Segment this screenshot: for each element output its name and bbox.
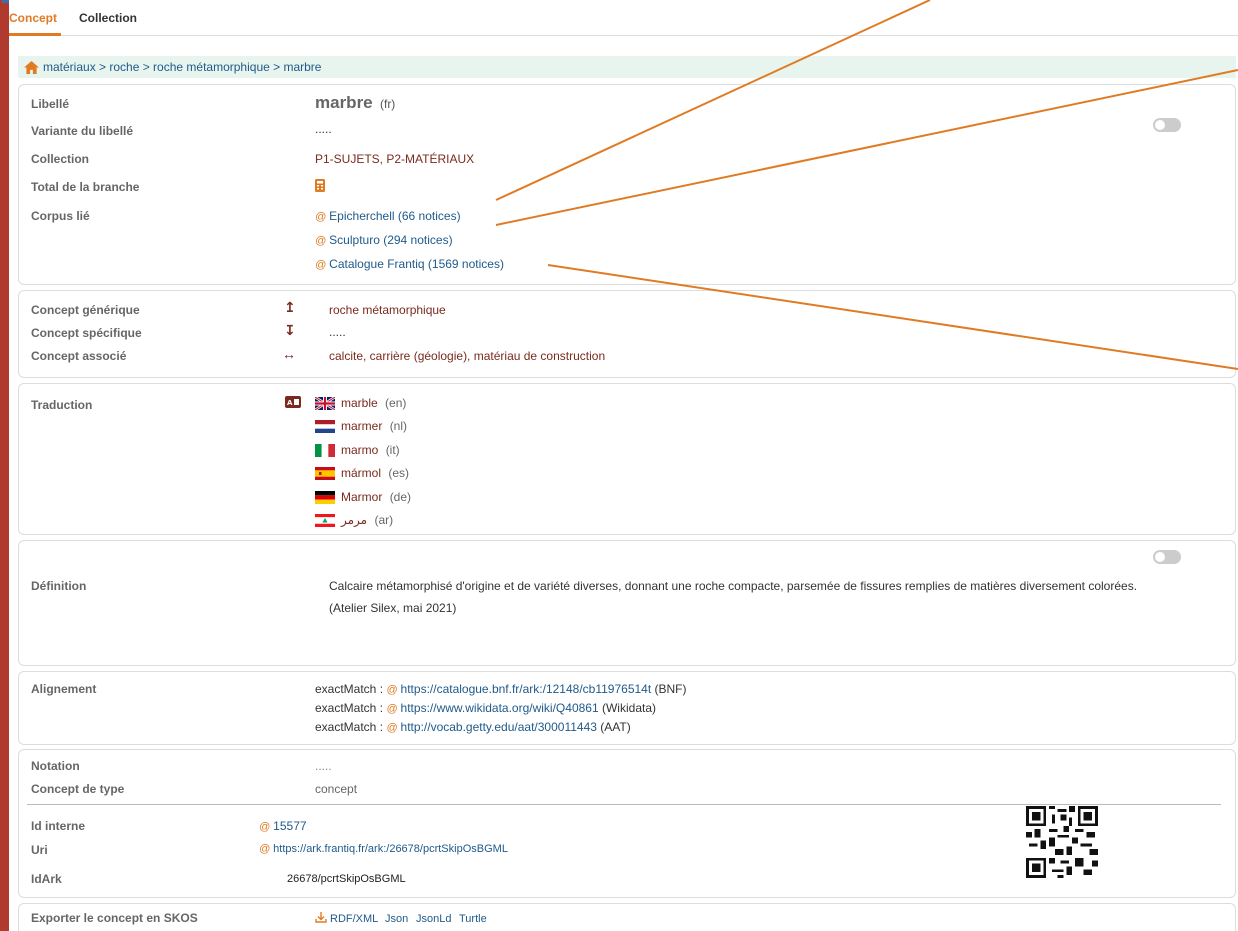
specific-concept-label: Concept spécifique: [31, 326, 142, 340]
translation-item: mármol (es): [315, 466, 409, 481]
translate-icon[interactable]: A: [285, 396, 301, 408]
export-label: Exporter le concept en SKOS: [31, 911, 198, 925]
download-icon: [315, 912, 327, 923]
idark-label: IdArk: [31, 872, 62, 886]
spain-flag-icon: [315, 467, 335, 481]
breadcrumb-path[interactable]: matériaux > roche > roche métamorphique …: [43, 60, 321, 74]
arrow-up-icon: ↥: [284, 299, 296, 315]
generic-concept-value[interactable]: roche métamorphique: [329, 303, 446, 317]
corpus-label: Corpus lié: [31, 209, 90, 223]
link-icon: @: [259, 843, 271, 855]
link-icon: @: [386, 684, 398, 696]
alignment-card: Alignement exactMatch : @ https://catalog…: [18, 671, 1236, 745]
alignment-link-aat[interactable]: http://vocab.getty.edu/aat/300011443: [401, 720, 597, 734]
alignment-item-aat: exactMatch : @ http://vocab.getty.edu/aat…: [315, 720, 631, 734]
translation-item: Marmor (de): [315, 490, 411, 505]
definition-source: (Atelier Silex, mai 2021): [329, 601, 457, 615]
definition-toggle[interactable]: [1153, 550, 1181, 564]
generic-concept-label: Concept générique: [31, 303, 140, 317]
idark-value: 26678/pcrtSkipOsBGML: [287, 873, 406, 885]
definition-text: Calcaire métamorphisé d'origine et de va…: [329, 579, 1138, 593]
italy-flag-icon: [315, 444, 335, 458]
associated-concept-label: Concept associé: [31, 349, 127, 363]
total-branche-label: Total de la branche: [31, 180, 140, 194]
concept-type-label: Concept de type: [31, 782, 125, 796]
internal-id-value[interactable]: @15577: [259, 819, 307, 833]
notation-value: .....: [315, 759, 332, 773]
uri-label: Uri: [31, 843, 48, 857]
uri-value[interactable]: @ https://ark.frantiq.fr/ark:/26678/pcrtS…: [259, 843, 508, 855]
export-turtle-link[interactable]: Turtle: [459, 913, 487, 925]
arrow-down-icon: ↧: [284, 322, 296, 338]
internal-id-label: Id interne: [31, 819, 86, 833]
translation-item: مرمر (ar): [315, 513, 393, 528]
tab-bar: Concept Collection: [9, 0, 1238, 36]
alignment-link-wikidata[interactable]: https://www.wikidata.org/wiki/Q40861: [401, 701, 599, 715]
germany-flag-icon: [315, 491, 335, 505]
libelle-label: Libellé: [31, 97, 70, 111]
link-icon: @: [386, 722, 398, 734]
notation-label: Notation: [31, 759, 80, 773]
link-icon: @: [315, 211, 327, 223]
uk-flag-icon: [315, 397, 335, 411]
divider: [27, 804, 1221, 805]
left-sidebar-strip: [0, 0, 9, 931]
export-jsonld-link[interactable]: JsonLd: [416, 913, 451, 925]
concept-type-value: concept: [315, 782, 358, 796]
corpus-link-epicherchell[interactable]: @ Epicherchell (66 notices): [315, 209, 461, 223]
svg-text:A: A: [287, 399, 293, 407]
variante-value: .....: [315, 122, 332, 136]
specific-concept-value: .....: [329, 325, 346, 339]
concept-main-card: Libellé marbre (fr) Variante du libellé …: [18, 84, 1236, 285]
display-toggle[interactable]: [1153, 118, 1181, 132]
export-rdfxml-link[interactable]: RDF/XML: [330, 913, 378, 925]
associated-concept-value[interactable]: calcite, carrière (géologie), matériau d…: [329, 349, 605, 363]
link-icon: @: [315, 235, 327, 247]
alignment-link-bnf[interactable]: https://catalogue.bnf.fr/ark:/12148/cb11…: [401, 682, 652, 696]
corpus-link-frantiq[interactable]: @ Catalogue Frantiq (1569 notices): [315, 257, 504, 271]
qr-code-icon: [1026, 806, 1098, 878]
calculator-icon[interactable]: [315, 179, 325, 192]
relations-card: Concept générique ↥ roche métamorphique …: [18, 290, 1236, 378]
tab-concept[interactable]: Concept: [9, 11, 57, 25]
translation-item: marmo (it): [315, 443, 400, 458]
collection-value[interactable]: P1-SUJETS, P2-MATÉRIAUX: [315, 152, 474, 166]
alignment-item-bnf: exactMatch : @ https://catalogue.bnf.fr/a…: [315, 682, 687, 696]
alignment-label: Alignement: [31, 682, 97, 696]
translation-item: marble (en): [315, 396, 406, 411]
home-icon[interactable]: [24, 60, 39, 74]
tab-collection[interactable]: Collection: [79, 11, 137, 25]
netherlands-flag-icon: [315, 420, 335, 434]
libelle-value: marbre (fr): [315, 93, 396, 112]
variante-label: Variante du libellé: [31, 124, 134, 138]
translation-card: Traduction A marble (en) marmer (nl) mar…: [18, 383, 1236, 535]
link-icon: @: [315, 259, 327, 271]
definition-card: Définition Calcaire métamorphisé d'origi…: [18, 540, 1236, 666]
breadcrumb: matériaux > roche > roche métamorphique …: [18, 56, 1236, 78]
translation-label: Traduction: [31, 398, 93, 412]
collection-label: Collection: [31, 152, 90, 166]
bidirectional-arrow-icon: ↔: [282, 346, 296, 362]
lebanon-flag-icon: [315, 514, 335, 528]
translation-item: marmer (nl): [315, 419, 407, 434]
export-json-link[interactable]: Json: [385, 913, 408, 925]
link-icon: @: [259, 821, 271, 833]
corpus-link-sculpturo[interactable]: @ Sculpturo (294 notices): [315, 233, 453, 247]
export-card: Exporter le concept en SKOS RDF/XML Json…: [18, 903, 1236, 931]
alignment-item-wikidata: exactMatch : @ https://www.wikidata.org/w…: [315, 701, 656, 715]
definition-label: Définition: [31, 579, 87, 593]
active-tab-indicator: [9, 33, 61, 36]
link-icon: @: [386, 703, 398, 715]
